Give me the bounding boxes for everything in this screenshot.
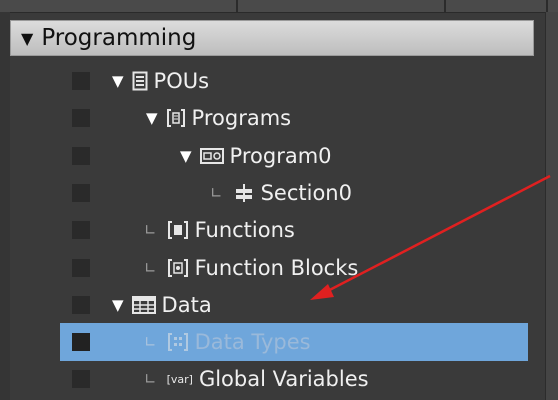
annotation-arrow xyxy=(310,174,551,300)
navigator-panel: ▼ Programming ▼ POUs ▼ Programs ▼ Progra… xyxy=(0,0,558,400)
